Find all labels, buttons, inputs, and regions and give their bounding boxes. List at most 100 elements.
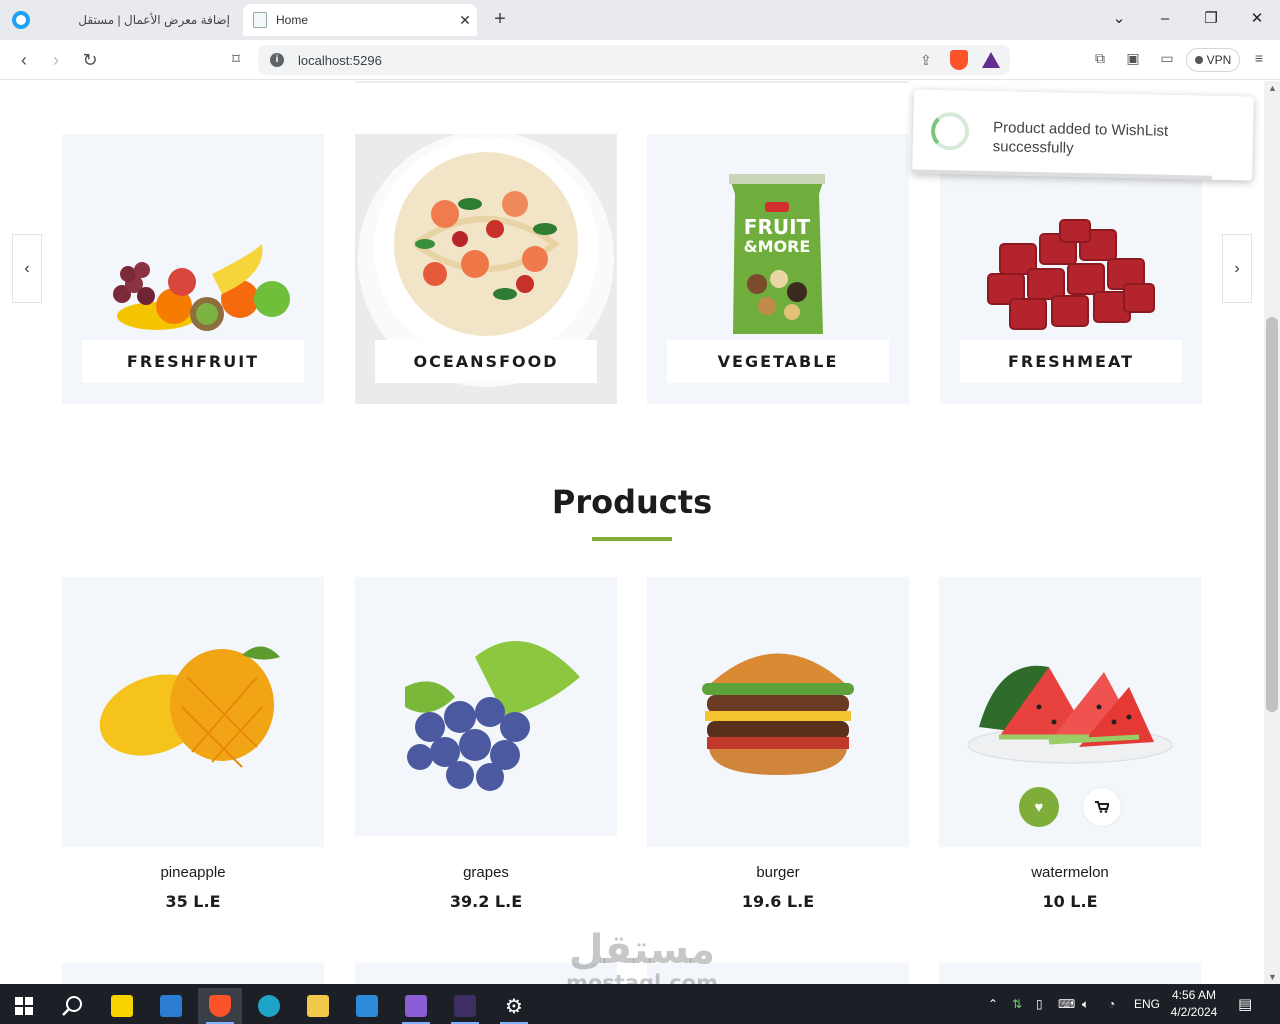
loading-spinner-icon (930, 111, 970, 151)
scroll-down-icon[interactable]: ▼ (1268, 972, 1277, 982)
tab-search-icon[interactable]: ⌄ (1104, 6, 1134, 32)
brave-browser-icon[interactable] (198, 988, 242, 1024)
heart-icon[interactable]: ♥ (1019, 787, 1059, 827)
product-name[interactable]: watermelon (939, 864, 1201, 881)
product-price: 19.6 L.E (741, 892, 815, 911)
reload-icon[interactable]: ↻ (76, 47, 104, 73)
product-name[interactable]: grapes (355, 864, 617, 881)
product-card[interactable]: burger 19.6 L.E (647, 577, 909, 911)
close-icon[interactable]: ✕ (453, 12, 477, 29)
chevron-right-icon[interactable]: › (1222, 234, 1252, 303)
grapes-image (405, 641, 580, 791)
edge-icon[interactable] (247, 988, 291, 1024)
toast-message: Product added to WishList successfully (992, 119, 1169, 157)
watermark-arabic: مستقل (568, 927, 716, 973)
vpn-button[interactable]: VPN (1186, 48, 1240, 72)
vpn-label: VPN (1206, 53, 1232, 67)
tab-home[interactable]: Home ✕ (243, 4, 477, 36)
svg-text:&MORE: &MORE (744, 237, 811, 256)
watermark: مستقل mostaql.com (562, 928, 722, 984)
tab-mostaql[interactable]: إضافة معرض الأعمال | مستقل (60, 4, 240, 36)
window-close-icon[interactable]: ✕ (1242, 6, 1272, 32)
input-indicator-icon[interactable]: ⌨ (1058, 984, 1075, 1024)
mango-image (99, 646, 280, 768)
watermelon-image (967, 665, 1173, 764)
product-name[interactable]: pineapple (62, 864, 324, 881)
scrollbar-thumb[interactable] (1266, 317, 1278, 712)
sticky-notes-icon[interactable] (100, 988, 144, 1024)
divider (355, 81, 909, 83)
title-underline (592, 537, 672, 541)
category-label: FRESHFRUIT (82, 340, 304, 383)
product-price: 39.2 L.E (449, 892, 523, 911)
category-card-vegetable[interactable]: FRUIT &MORE VEGETABLE (647, 134, 909, 404)
category-card-freshfruit[interactable]: FRESHFRUIT (62, 134, 324, 404)
product-card[interactable]: pineapple 35 L.E (62, 577, 324, 911)
plus-icon[interactable]: + (488, 8, 512, 31)
wallet-icon[interactable]: ▭ (1156, 50, 1178, 70)
wifi-icon[interactable]: ◔ (1108, 984, 1115, 1024)
notifications-icon[interactable]: ▤ (1238, 984, 1252, 1024)
mail-icon[interactable] (149, 988, 193, 1024)
site-info-icon[interactable]: i (270, 53, 284, 67)
search-icon[interactable] (50, 988, 94, 1024)
product-card[interactable]: ♥ watermelon 10 L.E (939, 577, 1201, 911)
extensions-icon[interactable]: ⧉ (1089, 50, 1111, 70)
windows-taskbar: ⚙ ⌃ ⇅ ▯ ⌨ 🔈︎ ◔ ENG 4:56 AM 4/2/2024 ▤ (0, 984, 1280, 1024)
watermark-latin: mostaql.com (566, 971, 718, 984)
file-explorer-icon[interactable] (296, 988, 340, 1024)
url-text[interactable]: localhost:5296 (298, 53, 920, 68)
product-price: 35 L.E (165, 892, 221, 911)
network-activity-icon[interactable]: ⇅ (1012, 984, 1022, 1024)
language-indicator[interactable]: ENG (1134, 984, 1160, 1024)
product-image-box[interactable] (62, 577, 324, 847)
brave-rewards-icon[interactable] (982, 52, 1000, 68)
chevron-left-icon[interactable]: ‹ (12, 234, 42, 303)
restore-icon[interactable]: ❐ (1196, 6, 1226, 32)
address-bar[interactable]: i localhost:5296 ⇪ (258, 45, 1010, 75)
product-card[interactable] (62, 963, 324, 984)
product-card[interactable]: grapes 39.2 L.E (355, 577, 617, 911)
cart-icon[interactable] (1082, 787, 1122, 827)
category-label: FRESHMEAT (960, 340, 1182, 383)
browser-menu-icon[interactable] (12, 11, 30, 29)
bookmark-icon[interactable]: ⌑ (222, 47, 250, 73)
back-icon[interactable]: ‹ (10, 47, 38, 73)
terminal-icon[interactable] (443, 988, 487, 1024)
device-icon[interactable]: ▯ (1036, 984, 1043, 1024)
product-image-box[interactable]: ♥ (939, 577, 1201, 847)
forward-icon[interactable]: › (42, 47, 70, 73)
sidebar-icon[interactable]: ▣ (1122, 50, 1144, 70)
category-label: OCEANSFOOD (375, 340, 597, 383)
product-price: 10 L.E (1042, 892, 1098, 911)
product-image-box[interactable] (647, 577, 909, 847)
clock[interactable]: 4:56 AM 4/2/2024 (1160, 987, 1228, 1021)
page-viewport: ‹ › FRESHFRUIT OCEANSFOOD FRUIT &MORE VE… (0, 81, 1264, 984)
wishlist-toast[interactable]: Product added to WishList successfully (912, 89, 1254, 181)
tab-title: Home (276, 13, 309, 27)
product-hover-actions: ♥ (1019, 787, 1122, 827)
product-image-box[interactable] (355, 577, 617, 836)
clock-date: 4/2/2024 (1170, 1005, 1218, 1019)
svg-text:FRUIT: FRUIT (744, 215, 811, 239)
category-card-oceansfood[interactable]: OCEANSFOOD (355, 134, 617, 404)
browser-tab-bar: إضافة معرض الأعمال | مستقل Home ✕ + ⌄ – … (0, 0, 1280, 40)
burger-image (702, 653, 854, 775)
settings-gear-icon[interactable]: ⚙ (492, 988, 536, 1024)
minimize-icon[interactable]: – (1150, 6, 1180, 32)
page-scrollbar[interactable]: ▲ ▼ (1264, 81, 1280, 984)
share-icon[interactable]: ⇪ (920, 52, 940, 69)
scroll-up-icon[interactable]: ▲ (1268, 83, 1277, 93)
brave-shields-icon[interactable] (950, 50, 968, 70)
volume-icon[interactable]: 🔈︎ (1082, 984, 1089, 1024)
visual-studio-icon[interactable] (394, 988, 438, 1024)
menu-icon[interactable]: ≡ (1248, 50, 1270, 70)
show-hidden-icons-icon[interactable]: ⌃ (988, 984, 998, 1024)
product-card[interactable] (939, 963, 1201, 984)
tab-title: إضافة معرض الأعمال | مستقل (78, 13, 230, 27)
vpn-status-icon (1194, 56, 1203, 64)
product-name[interactable]: burger (647, 864, 909, 881)
page-icon (253, 12, 267, 28)
windows-start-icon[interactable] (2, 988, 46, 1024)
vscode-icon[interactable] (345, 988, 389, 1024)
